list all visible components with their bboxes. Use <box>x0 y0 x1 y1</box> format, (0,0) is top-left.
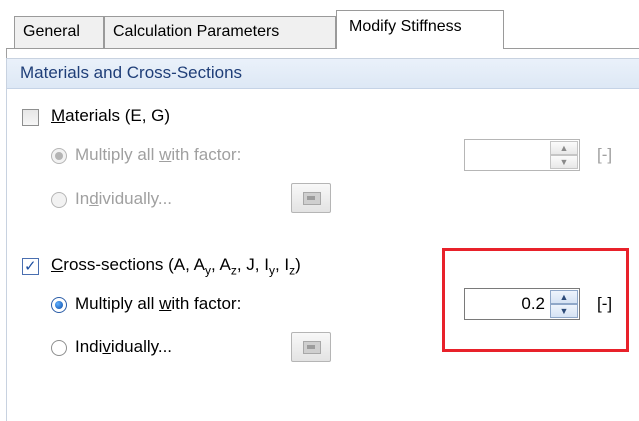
materials-checkbox-label: Materials (E, G) <box>51 106 171 125</box>
spin-up-icon[interactable]: ▲ <box>550 141 578 155</box>
cross-sections-spin-buttons: ▲ ▼ <box>550 290 578 318</box>
dialog-root: General Calculation Parameters Modify St… <box>0 0 639 421</box>
materials-individually-radio[interactable] <box>51 192 67 208</box>
tab-bar: General Calculation Parameters Modify St… <box>14 6 639 49</box>
materials-spin-buttons: ▲ ▼ <box>550 141 578 169</box>
spin-down-icon[interactable]: ▼ <box>550 155 578 169</box>
tab-general[interactable]: General <box>14 16 104 48</box>
check-icon: ✓ <box>24 258 37 275</box>
spin-down-icon[interactable]: ▼ <box>550 304 578 318</box>
cross-sections-multiply-label: Multiply all with factor: <box>75 294 242 313</box>
cross-sections-individually-radio[interactable] <box>51 340 67 356</box>
group-title: Materials and Cross-Sections <box>20 63 243 82</box>
tab-calculation-parameters[interactable]: Calculation Parameters <box>104 16 336 48</box>
materials-factor-input[interactable] <box>467 142 549 168</box>
materials-individually-label: Individually... <box>75 189 173 208</box>
table-edit-icon <box>303 192 321 205</box>
spin-up-icon[interactable]: ▲ <box>550 290 578 304</box>
materials-individually-edit-button[interactable] <box>291 183 331 213</box>
group-header: Materials and Cross-Sections <box>7 59 639 89</box>
cross-sections-checkbox[interactable]: ✓ <box>22 258 39 275</box>
tab-baseline <box>6 48 639 49</box>
cross-sections-factor-input[interactable] <box>467 291 549 317</box>
cross-sections-individually-label: Individually... <box>75 337 173 356</box>
cross-sections-individually-edit-button[interactable] <box>291 332 331 362</box>
cross-sections-checkbox-label: Cross-sections (A, Ay, Az, J, Iy, Iz) <box>51 255 301 278</box>
cross-sections-unit-label: [-] <box>597 294 613 313</box>
materials-multiply-label: Multiply all with factor: <box>75 145 242 164</box>
materials-factor-spinner[interactable]: ▲ ▼ <box>464 139 580 171</box>
materials-unit-label: [-] <box>597 145 613 164</box>
tab-modify-stiffness[interactable]: Modify Stiffness <box>336 10 504 49</box>
cross-sections-multiply-radio[interactable] <box>51 297 67 313</box>
cross-sections-factor-spinner[interactable]: ▲ ▼ <box>464 288 580 320</box>
table-edit-icon <box>303 341 321 354</box>
radio-dot <box>55 152 63 160</box>
materials-multiply-radio[interactable] <box>51 148 67 164</box>
radio-dot <box>55 301 63 309</box>
materials-checkbox[interactable] <box>22 109 39 126</box>
